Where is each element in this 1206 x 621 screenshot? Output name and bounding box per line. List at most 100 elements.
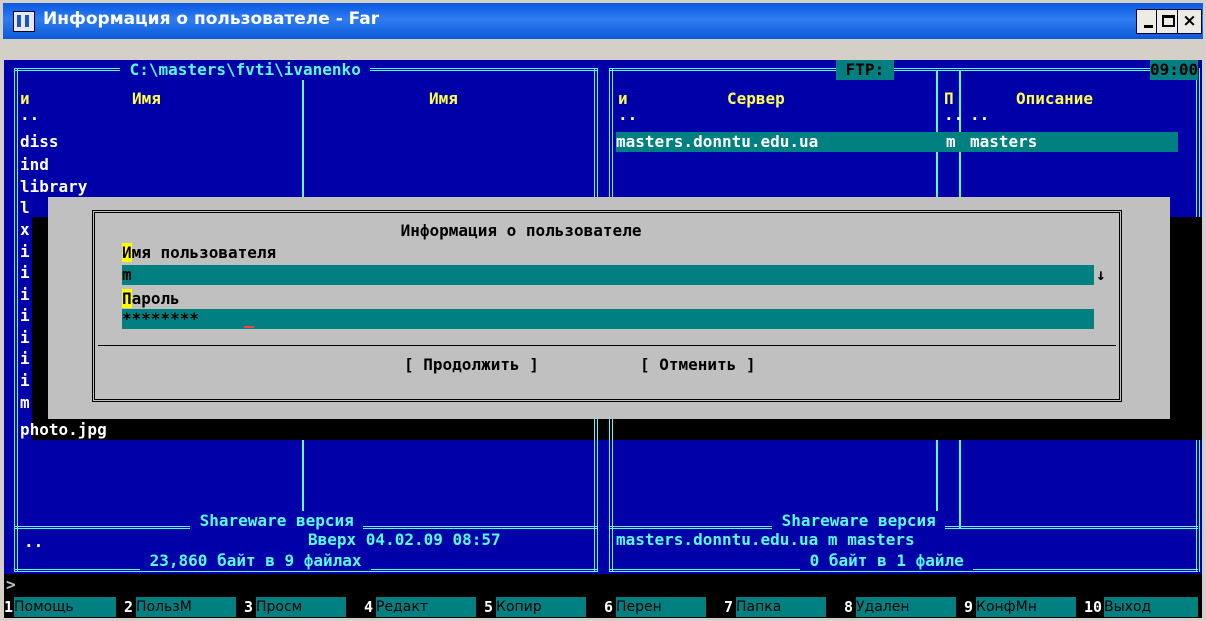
key-label: Удален: [856, 597, 956, 617]
password-hotkey: П: [122, 289, 132, 308]
key-label: Выход: [1104, 597, 1198, 617]
password-field[interactable]: ********: [122, 309, 1094, 329]
right-frame-left: [609, 417, 613, 441]
key-label: Копир: [496, 597, 586, 617]
right-col2-header: Сервер: [727, 89, 785, 108]
left-frame-left: [14, 68, 18, 572]
close-icon: ×: [1182, 11, 1197, 31]
left-summary: 23,860 байт в 9 файлах: [140, 551, 372, 571]
key-label: Редакт: [376, 597, 476, 617]
key-label: Перен: [616, 597, 706, 617]
minimize-icon: [1144, 25, 1153, 28]
file-item[interactable]: i: [20, 328, 30, 348]
password-label: Пароль: [122, 289, 180, 309]
key-label: ПользМ: [136, 597, 236, 617]
key-f10-exit[interactable]: 10 Выход: [1084, 596, 1202, 618]
user-info-dialog: Информация о пользователе Имя пользовате…: [48, 197, 1170, 419]
cancel-button[interactable]: [ Отменить ]: [640, 355, 756, 375]
left-status-name: ..: [24, 532, 44, 551]
ftp-up-p: ..: [944, 105, 964, 124]
key-f5-copy[interactable]: 5 Копир: [484, 596, 602, 618]
file-item[interactable]: ..: [20, 105, 39, 125]
left-col2-header: Имя: [132, 89, 161, 108]
left-frame-right: [594, 417, 598, 441]
clock: 09:00: [1150, 60, 1199, 80]
key-number: 2: [124, 598, 134, 616]
key-number: 8: [844, 598, 854, 616]
file-item[interactable]: m: [20, 393, 30, 413]
left-panel-path[interactable]: C:\masters\fvti\ivanenko: [120, 60, 371, 80]
file-item[interactable]: i: [20, 285, 30, 305]
key-label: Просм: [256, 597, 346, 617]
function-key-bar: 1 Помощь 2 ПользМ 3 Просм 4 Редакт 5 Копир 6П…: [4, 596, 1202, 618]
continue-button[interactable]: [ Продолжить ]: [404, 355, 539, 375]
ftp-title: FTP:: [836, 60, 894, 80]
right-status: masters.donntu.edu.ua m masters: [616, 530, 915, 549]
username-field[interactable]: m: [122, 265, 1094, 285]
file-item[interactable]: i: [20, 263, 30, 283]
right-col4-header: Описание: [1016, 89, 1094, 108]
key-f9-configmenu[interactable]: 9 КонфМн: [964, 596, 1082, 618]
window-title: Информация о пользователе - Far: [43, 9, 380, 29]
left-status-info: Вверх 04.02.09 08:57: [308, 530, 501, 549]
command-line[interactable]: >: [4, 574, 1202, 596]
username-label-text: мя пользователя: [131, 243, 277, 262]
key-label: Помощь: [14, 597, 116, 617]
far-app-icon: [13, 11, 35, 32]
right-summary: 0 байт в 1 файле: [800, 551, 974, 571]
key-number: 6: [604, 598, 614, 616]
key-number: 10: [1084, 598, 1103, 616]
key-f2-usermenu[interactable]: 2 ПользМ: [124, 596, 242, 618]
ftp-up-desc: ..: [970, 105, 990, 124]
ftp-server-p: m: [946, 132, 956, 151]
file-item[interactable]: diss: [20, 132, 59, 152]
file-item[interactable]: i: [20, 371, 30, 391]
file-item-photo[interactable]: photo.jpg: [20, 420, 107, 440]
file-item[interactable]: l: [20, 198, 30, 218]
key-f6-move[interactable]: 6 Перен: [604, 596, 722, 618]
right-frame-top: [609, 68, 1198, 71]
key-label: Папка: [736, 597, 826, 617]
username-hotkey: И: [122, 243, 132, 262]
key-number: 7: [724, 598, 734, 616]
title-bar[interactable]: Информация о пользователе - Far ×: [3, 3, 1203, 39]
username-label: Имя пользователя: [122, 243, 276, 263]
far-window: Информация о пользователе - Far × C:\mas…: [0, 0, 1206, 621]
left-footer-title: Shareware версия: [190, 511, 364, 531]
key-label: КонфМн: [976, 597, 1076, 617]
console-area: C:\masters\fvti\ivanenko и Имя Имя .. di…: [4, 60, 1202, 618]
ftp-server-desc: masters: [970, 132, 1038, 151]
key-f1-help[interactable]: 1 Помощь: [4, 596, 122, 618]
password-value: ********: [122, 309, 200, 328]
maximize-icon: [1162, 15, 1175, 27]
command-prompt: >: [6, 575, 16, 594]
key-f4-edit[interactable]: 4 Редакт: [364, 596, 482, 618]
ftp-server-row[interactable]: masters.donntu.edu.ua m masters: [616, 132, 1178, 152]
file-item[interactable]: x: [20, 220, 30, 240]
file-item[interactable]: ind: [20, 155, 49, 175]
close-button[interactable]: ×: [1177, 9, 1202, 34]
left-col3-header: Имя: [429, 89, 458, 108]
right-footer-title: Shareware версия: [772, 511, 946, 531]
ftp-up-dir[interactable]: ..: [618, 105, 637, 125]
dialog-separator: [98, 345, 1116, 346]
text-cursor: [244, 326, 254, 328]
password-label-text: ароль: [131, 289, 180, 308]
key-number: 5: [484, 598, 494, 616]
username-value: m: [122, 265, 132, 284]
key-f3-view[interactable]: 3 Просм: [244, 596, 362, 618]
key-number: 4: [364, 598, 374, 616]
username-history-arrow-icon[interactable]: ↓: [1096, 265, 1106, 285]
file-item[interactable]: library: [20, 177, 87, 197]
file-item[interactable]: i: [20, 242, 30, 262]
dialog-title: Информация о пользователе: [391, 221, 652, 241]
left-frame-left: [14, 417, 18, 441]
ftp-server-host: masters.donntu.edu.ua: [616, 132, 819, 151]
file-item[interactable]: i: [20, 306, 30, 326]
key-number: 3: [244, 598, 254, 616]
file-item[interactable]: i: [20, 349, 30, 369]
key-f7-mkdir[interactable]: 7 Папка: [724, 596, 842, 618]
key-number: 1: [4, 598, 14, 616]
key-number: 9: [964, 598, 974, 616]
key-f8-delete[interactable]: 8 Удален: [844, 596, 962, 618]
